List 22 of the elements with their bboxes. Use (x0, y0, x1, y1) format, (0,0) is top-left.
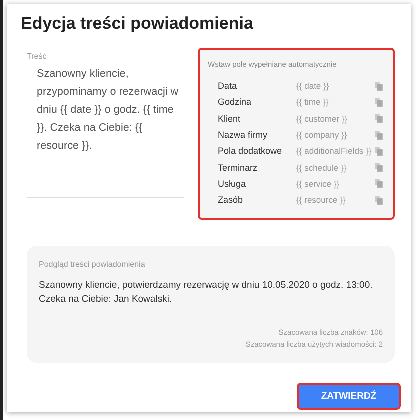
field-name: Klient (218, 114, 242, 124)
field-name: Usługa (218, 178, 248, 189)
preview-text: Szanowny kliencie, potwierdzamy rezerwację w dniu 10.05.2020 o godz. 13:00. Czeka na Ciebie: Jan Kowalski. (39, 279, 374, 308)
field-name: Terminarz (218, 162, 259, 173)
confirm-button[interactable]: ZATWIERDŹ (297, 383, 401, 410)
message-field[interactable]: Szanowny kliencie, przypominamy o rezerwacji w dniu {{ date }} o godz. {{ time }}. Czeka na Ciebie: {{ resource }}. (27, 65, 184, 198)
field-name: Zasób (218, 195, 244, 206)
field-token: {{ service }} (296, 178, 341, 189)
field-name: Godzina (218, 97, 253, 108)
field-token: {{ additionalFields }} (296, 146, 373, 156)
field-name: Nazwa firmy (218, 130, 269, 140)
field-token: {{ customer }} (296, 114, 349, 124)
field-token: {{ date }} (296, 81, 330, 92)
field-token: {{ schedule }} (296, 162, 348, 173)
field-name: Pola dodatkowe (218, 146, 284, 156)
field-token: {{ resource }} (296, 195, 347, 206)
field-label: Treść (27, 52, 48, 61)
field-name: Data (218, 81, 238, 92)
field-token: {{ time }} (296, 97, 330, 108)
preview-title: Podgląd treści powiadomienia (39, 260, 146, 270)
field-token: {{ company }} (296, 130, 348, 140)
dialog-title: Edycja treści powiadomienia (21, 14, 254, 34)
